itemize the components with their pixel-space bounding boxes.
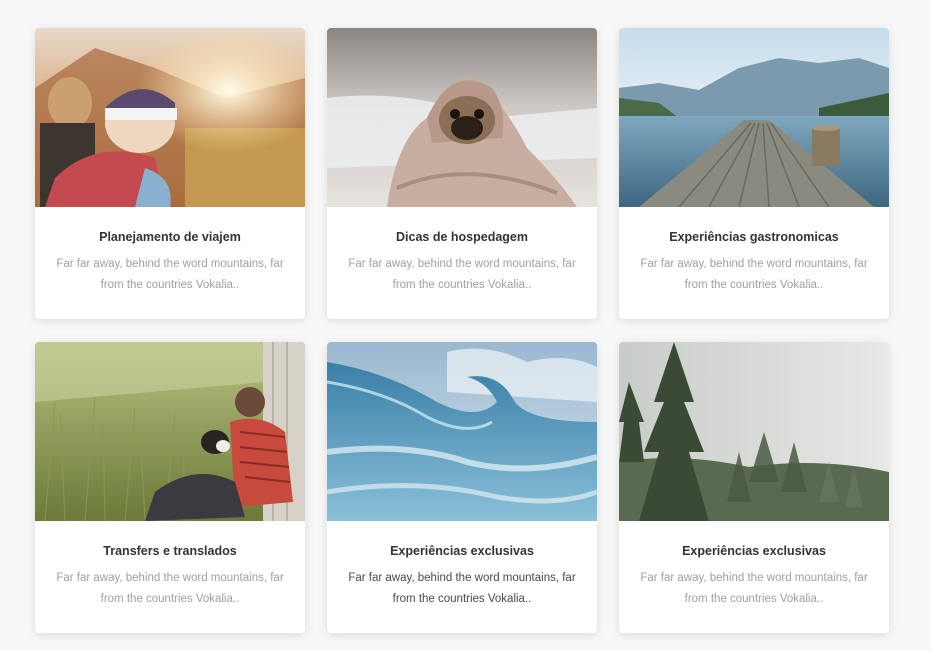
card-title: Experiências exclusivas xyxy=(682,544,826,558)
misty-forest-photo xyxy=(619,342,889,521)
service-card-gastronomic-experiences[interactable]: Experiências gastronomicas Far far away,… xyxy=(619,28,889,319)
card-title: Transfers e translados xyxy=(103,544,237,558)
card-description: Far far away, behind the word mountains,… xyxy=(640,258,868,291)
service-card-lodging-tips[interactable]: Dicas de hospedagem Far far away, behind… xyxy=(327,28,597,319)
service-card-transfers[interactable]: Transfers e translados Far far away, beh… xyxy=(35,342,305,633)
service-card-exclusive-experiences-2[interactable]: Experiências exclusivas Far far away, be… xyxy=(619,342,889,633)
service-card-exclusive-experiences-1[interactable]: Experiências exclusivas Far far away, be… xyxy=(327,342,597,633)
services-grid: Planejamento de viajem Far far away, beh… xyxy=(35,28,889,633)
travel-planning-photo xyxy=(35,28,305,207)
ocean-wave-photo xyxy=(327,342,597,521)
card-description: Far far away, behind the word mountains,… xyxy=(56,572,284,605)
card-description: Far far away, behind the word mountains,… xyxy=(640,572,868,605)
man-with-dog-photo xyxy=(35,342,305,521)
card-description: Far far away, behind the word mountains,… xyxy=(348,572,576,605)
card-description: Far far away, behind the word mountains,… xyxy=(348,258,576,291)
card-title: Planejamento de viajem xyxy=(99,230,241,244)
card-title: Experiências gastronomicas xyxy=(669,230,839,244)
card-title: Dicas de hospedagem xyxy=(396,230,528,244)
lake-pier-photo xyxy=(619,28,889,207)
card-description: Far far away, behind the word mountains,… xyxy=(56,258,284,291)
service-card-travel-planning[interactable]: Planejamento de viajem Far far away, beh… xyxy=(35,28,305,319)
card-title: Experiências exclusivas xyxy=(390,544,534,558)
pug-blanket-photo xyxy=(327,28,597,207)
